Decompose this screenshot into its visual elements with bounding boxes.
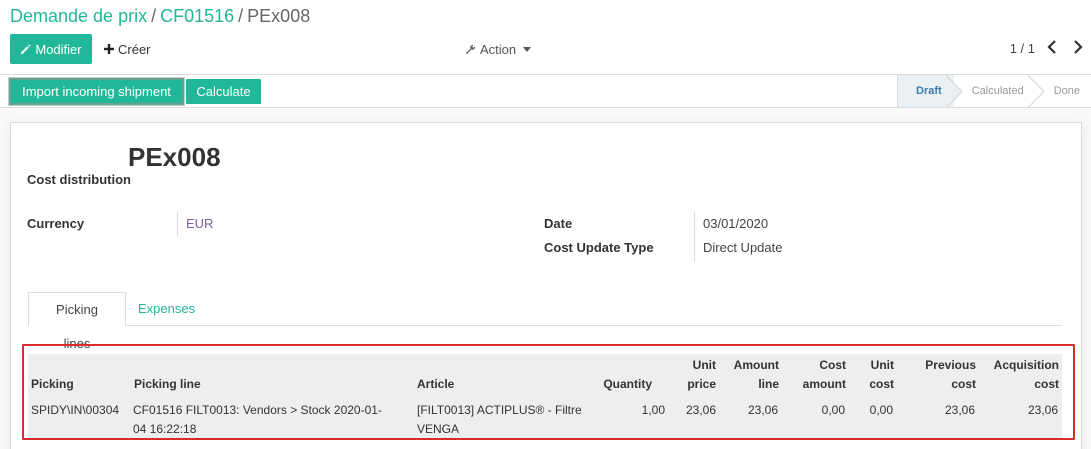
import-incoming-shipment-button[interactable]: Import incoming shipment: [9, 78, 184, 105]
chevron-left-icon[interactable]: [1045, 40, 1059, 58]
stage-draft[interactable]: Draft: [898, 75, 954, 107]
caret-down-icon: [523, 46, 532, 52]
cost-update-type-label: Cost Update Type: [544, 240, 654, 255]
field-divider: [694, 212, 695, 262]
field-divider: [177, 212, 178, 236]
record-subtitle: Cost distribution: [27, 172, 131, 187]
stage-calculated[interactable]: Calculated: [953, 75, 1036, 107]
edit-button[interactable]: Modifier: [10, 34, 92, 64]
date-value: 03/01/2020: [703, 216, 769, 231]
notebook-tabs: Picking lines Expenses: [28, 292, 1062, 351]
action-label: Action: [480, 41, 517, 57]
tab-picking-lines[interactable]: Picking lines: [28, 292, 126, 351]
edit-button-label: Modifier: [35, 41, 82, 57]
control-panel: Demande de prix / CF01516/PEx008 Modifier …: [0, 0, 1091, 75]
wrench-icon: [465, 44, 476, 54]
chevron-right-icon[interactable]: [1071, 40, 1085, 58]
record-title: PEx008: [128, 142, 221, 172]
stage-label: Calculated: [971, 85, 1024, 97]
breadcrumb: Demande de prix / CF01516/PEx008: [10, 6, 310, 27]
breadcrumb-item-rfq[interactable]: Demande de prix: [10, 6, 147, 26]
currency-label: Currency: [27, 216, 85, 231]
stage-label: Done: [1053, 85, 1080, 97]
cost-update-type-value: Direct Update: [703, 240, 783, 255]
create-button-label: Créer: [118, 41, 151, 57]
status-stages: Draft Calculated Done: [897, 75, 1091, 107]
tab-expenses[interactable]: Expenses: [126, 292, 207, 326]
pager-value: 1 / 1: [1009, 41, 1035, 56]
stage-done[interactable]: Done: [1035, 75, 1091, 107]
plus-icon: [104, 44, 114, 54]
action-dropdown[interactable]: Action: [465, 34, 532, 64]
currency-value[interactable]: EUR: [186, 216, 213, 231]
breadcrumb-item-order[interactable]: CF01516: [160, 6, 234, 26]
create-button[interactable]: Créer: [104, 34, 151, 64]
calculate-button[interactable]: Calculate: [186, 79, 261, 104]
date-label: Date: [544, 216, 573, 231]
form-statusbar: Import incoming shipment Calculate Draft…: [0, 75, 1091, 108]
pencil-icon: [21, 44, 31, 54]
highlight-box: [22, 344, 1075, 440]
breadcrumb-separator: /: [151, 6, 157, 26]
stage-label: Draft: [916, 85, 942, 97]
breadcrumb-separator: /: [238, 6, 244, 26]
breadcrumb-current: PEx008: [247, 6, 311, 26]
